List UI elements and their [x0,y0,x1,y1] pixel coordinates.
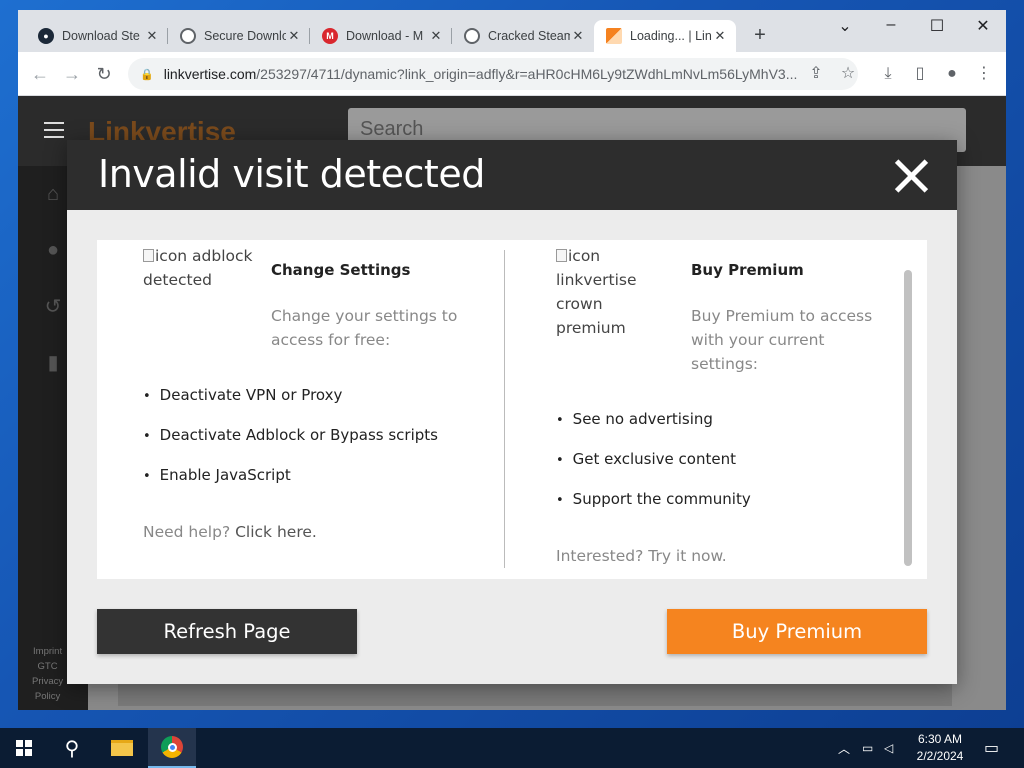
clock-time: 6:30 AM [917,732,963,746]
steam-icon: ● [38,28,54,44]
invalid-visit-modal: Invalid visit detected icon adblock dete… [67,140,957,684]
network-icon[interactable]: ▭ [862,728,873,768]
list-item: See no advertising [556,410,751,450]
close-icon[interactable]: ✕ [570,28,586,44]
menu-icon[interactable]: ⋮ [974,64,994,84]
tab-title: Loading... | Lin [630,29,712,43]
search-icon[interactable]: ⚲ [48,728,96,768]
volume-muted-icon[interactable]: ◁ [884,728,893,768]
tab-title: Download Ste [62,29,140,43]
help-link[interactable]: Click here. [235,523,317,541]
change-settings-title: Change Settings [271,261,411,279]
gtc-link[interactable]: GTC [32,659,63,674]
side-panel-icon[interactable]: ▯ [910,64,930,84]
taskbar: ⚲ ︿ ▭ ◁ 6:30 AM 2/2/2024 ▭ [0,728,1024,768]
address-bar[interactable]: 🔒 linkvertise.com/253297/4711/dynamic?li… [128,58,858,90]
buy-premium-column: icon linkvertise crown premium Buy Premi… [556,240,876,579]
forward-icon[interactable]: → [60,62,84,86]
close-icon[interactable]: ✕ [428,28,444,44]
new-tab-button[interactable]: + [748,24,772,48]
windows-logo-icon [16,740,32,756]
tab-search-icon[interactable]: ⌄ [822,16,868,36]
reload-icon[interactable]: ↻ [92,62,116,86]
close-icon[interactable]: ✕ [144,28,160,44]
back-icon[interactable]: ← [28,62,52,86]
tab-title: Cracked Steam [488,29,570,43]
tab-cracked-steam[interactable]: Cracked Steam ✕ [452,20,594,52]
minimize-button[interactable]: – [868,16,914,34]
imprint-link[interactable]: Imprint [32,644,63,659]
list-item: Support the community [556,490,751,530]
tab-download-steam[interactable]: ● Download Ste ✕ [26,20,168,52]
buy-premium-title: Buy Premium [691,261,804,279]
clock[interactable]: 6:30 AM 2/2/2024 [905,731,975,765]
bookmark-star-icon[interactable]: ☆ [838,64,858,84]
browser-window: ● Download Ste ✕ Secure Downlo ✕ M Downl… [18,10,1006,710]
buy-premium-button[interactable]: Buy Premium [667,609,927,654]
policy-link[interactable]: Policy [32,689,63,704]
help-text: Need help? Click here. [143,523,317,541]
list-item: Deactivate Adblock or Bypass scripts [143,426,438,466]
chrome-icon[interactable] [148,728,196,768]
change-settings-column: icon adblock detected Change Settings Ch… [143,240,503,579]
close-icon[interactable]: ✕ [286,28,302,44]
requirements-list: Deactivate VPN or Proxy Deactivate Adblo… [143,386,438,506]
mega-icon: M [322,28,338,44]
download-icon[interactable]: ⤓ [878,64,898,84]
list-item: Get exclusive content [556,450,751,490]
web-page: Linkvertise Search ⌂ ● ↺ ▮ Imprint GTC P… [18,96,1006,710]
maximize-button[interactable]: ☐ [914,16,960,36]
adblock-detected-image: icon adblock detected [143,247,253,289]
close-icon[interactable]: ✕ [712,28,728,44]
modal-options-panel: icon adblock detected Change Settings Ch… [97,240,927,579]
hamburger-menu-icon[interactable] [44,122,64,143]
tab-strip: ● Download Ste ✕ Secure Downlo ✕ M Downl… [18,10,1006,52]
url-text[interactable]: linkvertise.com/253297/4711/dynamic?link… [164,66,804,82]
browser-toolbar: ← → ↻ 🔒 linkvertise.com/253297/4711/dyna… [18,52,1006,96]
tab-title: Download - M [346,29,424,43]
list-item: Deactivate VPN or Proxy [143,386,438,426]
tab-title: Secure Downlo [204,29,286,43]
linkvertise-icon [606,28,622,44]
globe-icon [180,28,196,44]
premium-footer-text: Interested? Try it now. [556,547,727,565]
scrollbar[interactable] [904,270,912,566]
modal-title: Invalid visit detected [98,152,485,196]
lock-icon: 🔒 [140,68,154,81]
tab-download-mega[interactable]: M Download - M ✕ [310,20,452,52]
tab-linkvertise-active[interactable]: Loading... | Lin ✕ [594,20,736,52]
column-divider [504,250,505,568]
close-icon[interactable] [893,157,929,193]
premium-benefits-list: See no advertising Get exclusive content… [556,410,751,530]
premium-crown-image: icon linkvertise crown premium [556,247,637,337]
sidebar-footer-links: Imprint GTC Privacy Policy [32,644,63,704]
buy-premium-description: Buy Premium to access with your current … [691,307,873,373]
close-window-button[interactable]: ✕ [960,16,1006,36]
tab-secure-download[interactable]: Secure Downlo ✕ [168,20,310,52]
notification-icon[interactable]: ▭ [984,728,999,768]
clock-date: 2/2/2024 [916,749,964,763]
change-settings-description: Change your settings to access for free: [271,307,458,349]
privacy-link[interactable]: Privacy [32,674,63,689]
show-hidden-icons[interactable]: ︿ [838,728,850,768]
list-item: Enable JavaScript [143,466,438,506]
file-explorer-icon[interactable] [98,728,146,768]
refresh-page-button[interactable]: Refresh Page [97,609,357,654]
profile-icon[interactable]: ● [942,64,962,84]
modal-header: Invalid visit detected [67,140,957,210]
start-button[interactable] [0,728,48,768]
share-icon[interactable]: ⇪ [806,64,826,84]
globe-icon [464,28,480,44]
